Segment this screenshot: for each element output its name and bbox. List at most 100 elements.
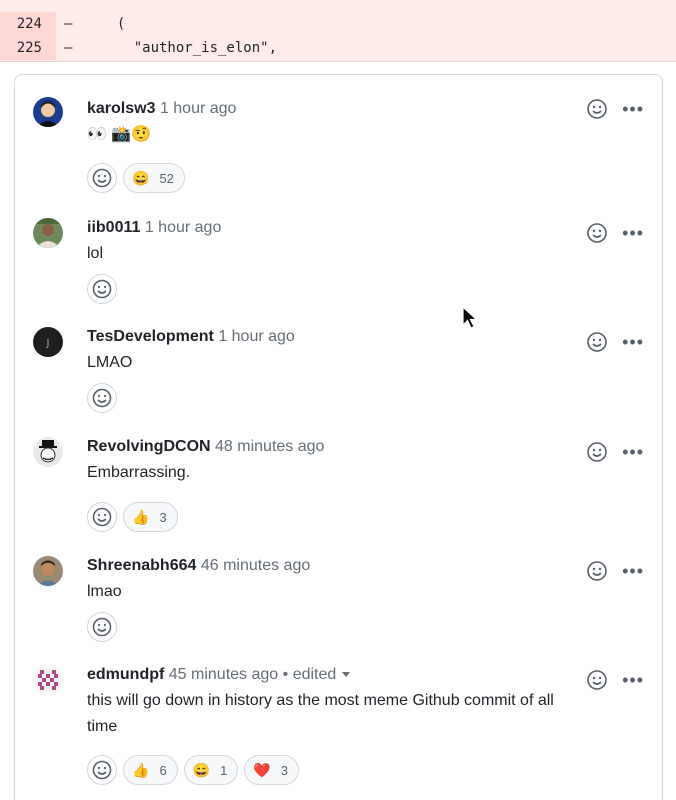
reaction-emoji: ❤️: [253, 761, 271, 778]
smiley-icon[interactable]: [586, 441, 608, 463]
diff-line: 225 – "author_is_elon",: [0, 36, 676, 60]
author-name[interactable]: TesDevelopment: [87, 328, 214, 345]
smiley-icon: [92, 388, 112, 408]
comment-actions: •••: [586, 440, 644, 464]
author-name[interactable]: RevolvingDCON: [87, 438, 211, 455]
comment-body: lmao: [87, 583, 122, 600]
diff-sign: –: [64, 40, 73, 56]
reaction-emoji: 👍: [132, 508, 150, 525]
avatar[interactable]: [33, 665, 63, 695]
reaction-count: 3: [159, 509, 167, 525]
timestamp[interactable]: 1 hour ago: [160, 100, 237, 117]
reactions-bar: [87, 274, 117, 304]
comment: Shreenabh664 46 minutes ago ••• lmao: [15, 554, 662, 644]
timestamp[interactable]: 46 minutes ago: [201, 557, 310, 574]
edited-indicator[interactable]: • edited: [283, 666, 351, 683]
author-name[interactable]: Shreenabh664: [87, 557, 196, 574]
add-reaction-button[interactable]: [87, 502, 117, 532]
comment-actions: •••: [586, 97, 644, 121]
comment-body: LMAO: [87, 354, 133, 371]
kebab-horizontal-icon[interactable]: •••: [622, 224, 644, 242]
author-name[interactable]: edmundpf: [87, 666, 164, 683]
smiley-icon[interactable]: [586, 331, 608, 353]
comment-body: Embarrassing.: [87, 464, 191, 481]
comment-body: this will go down in history as the most…: [87, 692, 554, 735]
avatar[interactable]: [33, 218, 63, 248]
timestamp[interactable]: 48 minutes ago: [215, 438, 324, 455]
comment: iib0011 1 hour ago ••• lol: [15, 216, 662, 306]
avatar[interactable]: [33, 437, 63, 467]
diff-line: 224 – (: [0, 12, 676, 36]
reaction-count: 6: [159, 762, 167, 778]
comment-header: iib0011 1 hour ago: [87, 216, 221, 240]
smiley-icon: [92, 617, 112, 637]
reactions-bar: 👍 3: [87, 502, 178, 532]
diff-code: (: [100, 16, 126, 32]
reaction-emoji: 😄: [192, 761, 211, 778]
reaction-pill[interactable]: 👍 6: [123, 755, 178, 785]
reactions-bar: 👍 6 😄 1 ❤️ 3: [87, 755, 300, 785]
add-reaction-button[interactable]: [87, 274, 117, 304]
smiley-icon: [92, 168, 112, 188]
kebab-horizontal-icon[interactable]: •••: [622, 443, 644, 461]
kebab-horizontal-icon[interactable]: •••: [622, 100, 644, 118]
reaction-pill[interactable]: 😄 52: [123, 163, 185, 193]
reaction-count: 1: [220, 762, 228, 778]
comment-actions: •••: [586, 221, 644, 245]
smiley-icon[interactable]: [586, 98, 608, 120]
reactions-bar: [87, 383, 117, 413]
diff-line-number: 224: [0, 12, 56, 36]
reaction-pill[interactable]: 😄 1: [183, 755, 239, 785]
timestamp[interactable]: 1 hour ago: [218, 328, 295, 345]
timestamp[interactable]: 45 minutes ago: [169, 666, 278, 683]
add-reaction-button[interactable]: [87, 163, 117, 193]
smiley-icon: [92, 760, 112, 780]
smiley-icon: [92, 507, 112, 527]
timestamp[interactable]: 1 hour ago: [145, 219, 222, 236]
mouse-cursor-icon: [462, 306, 478, 329]
reaction-pill[interactable]: 👍 3: [123, 502, 178, 532]
smiley-icon[interactable]: [586, 669, 608, 691]
comment-actions: •••: [586, 668, 644, 692]
diff-code: "author_is_elon",: [100, 40, 278, 56]
comment-thread: karolsw3 1 hour ago ••• 👀 📸🤨 😄 52 iib001…: [14, 74, 663, 800]
reactions-bar: [87, 612, 117, 642]
add-reaction-button[interactable]: [87, 383, 117, 413]
kebab-horizontal-icon[interactable]: •••: [622, 562, 644, 580]
comment: RevolvingDCON 48 minutes ago ••• Embarra…: [15, 435, 662, 535]
kebab-horizontal-icon[interactable]: •••: [622, 333, 644, 351]
author-name[interactable]: karolsw3: [87, 100, 155, 117]
add-reaction-button[interactable]: [87, 755, 117, 785]
smiley-icon[interactable]: [586, 560, 608, 582]
comment-header: TesDevelopment 1 hour ago: [87, 325, 295, 349]
diff-removed-block: 224 – ( 225 – "author_is_elon",: [0, 0, 676, 62]
svg-text:J: J: [46, 338, 50, 349]
avatar[interactable]: [33, 556, 63, 586]
comment-body: 👀 📸🤨: [87, 126, 152, 143]
avatar[interactable]: [33, 97, 63, 127]
author-name[interactable]: iib0011: [87, 219, 140, 236]
reaction-count: 3: [280, 762, 289, 778]
reaction-count: 52: [159, 170, 174, 186]
comment-body: lol: [87, 245, 104, 262]
comment-actions: •••: [586, 330, 644, 354]
comment-header: RevolvingDCON 48 minutes ago: [87, 435, 324, 459]
add-reaction-button[interactable]: [87, 612, 117, 642]
reactions-bar: 😄 52: [87, 163, 185, 193]
comment: edmundpf 45 minutes ago • edited ••• thi…: [15, 663, 662, 793]
comment-actions: •••: [586, 559, 644, 583]
caret-down-icon: [342, 672, 351, 678]
diff-sign: –: [64, 16, 73, 32]
comment: J TesDevelopment 1 hour ago ••• LMAO: [15, 325, 662, 415]
avatar[interactable]: J: [33, 327, 63, 357]
reaction-pill[interactable]: ❤️ 3: [244, 755, 300, 785]
reaction-emoji: 😄: [132, 169, 150, 186]
reaction-emoji: 👍: [132, 761, 150, 778]
comment-header: edmundpf 45 minutes ago • edited: [87, 663, 351, 687]
comment-header: Shreenabh664 46 minutes ago: [87, 554, 310, 578]
diff-line-number: 225: [0, 36, 56, 60]
smiley-icon: [92, 279, 112, 299]
smiley-icon[interactable]: [586, 222, 608, 244]
kebab-horizontal-icon[interactable]: •••: [622, 671, 644, 689]
comment-header: karolsw3 1 hour ago: [87, 97, 236, 121]
